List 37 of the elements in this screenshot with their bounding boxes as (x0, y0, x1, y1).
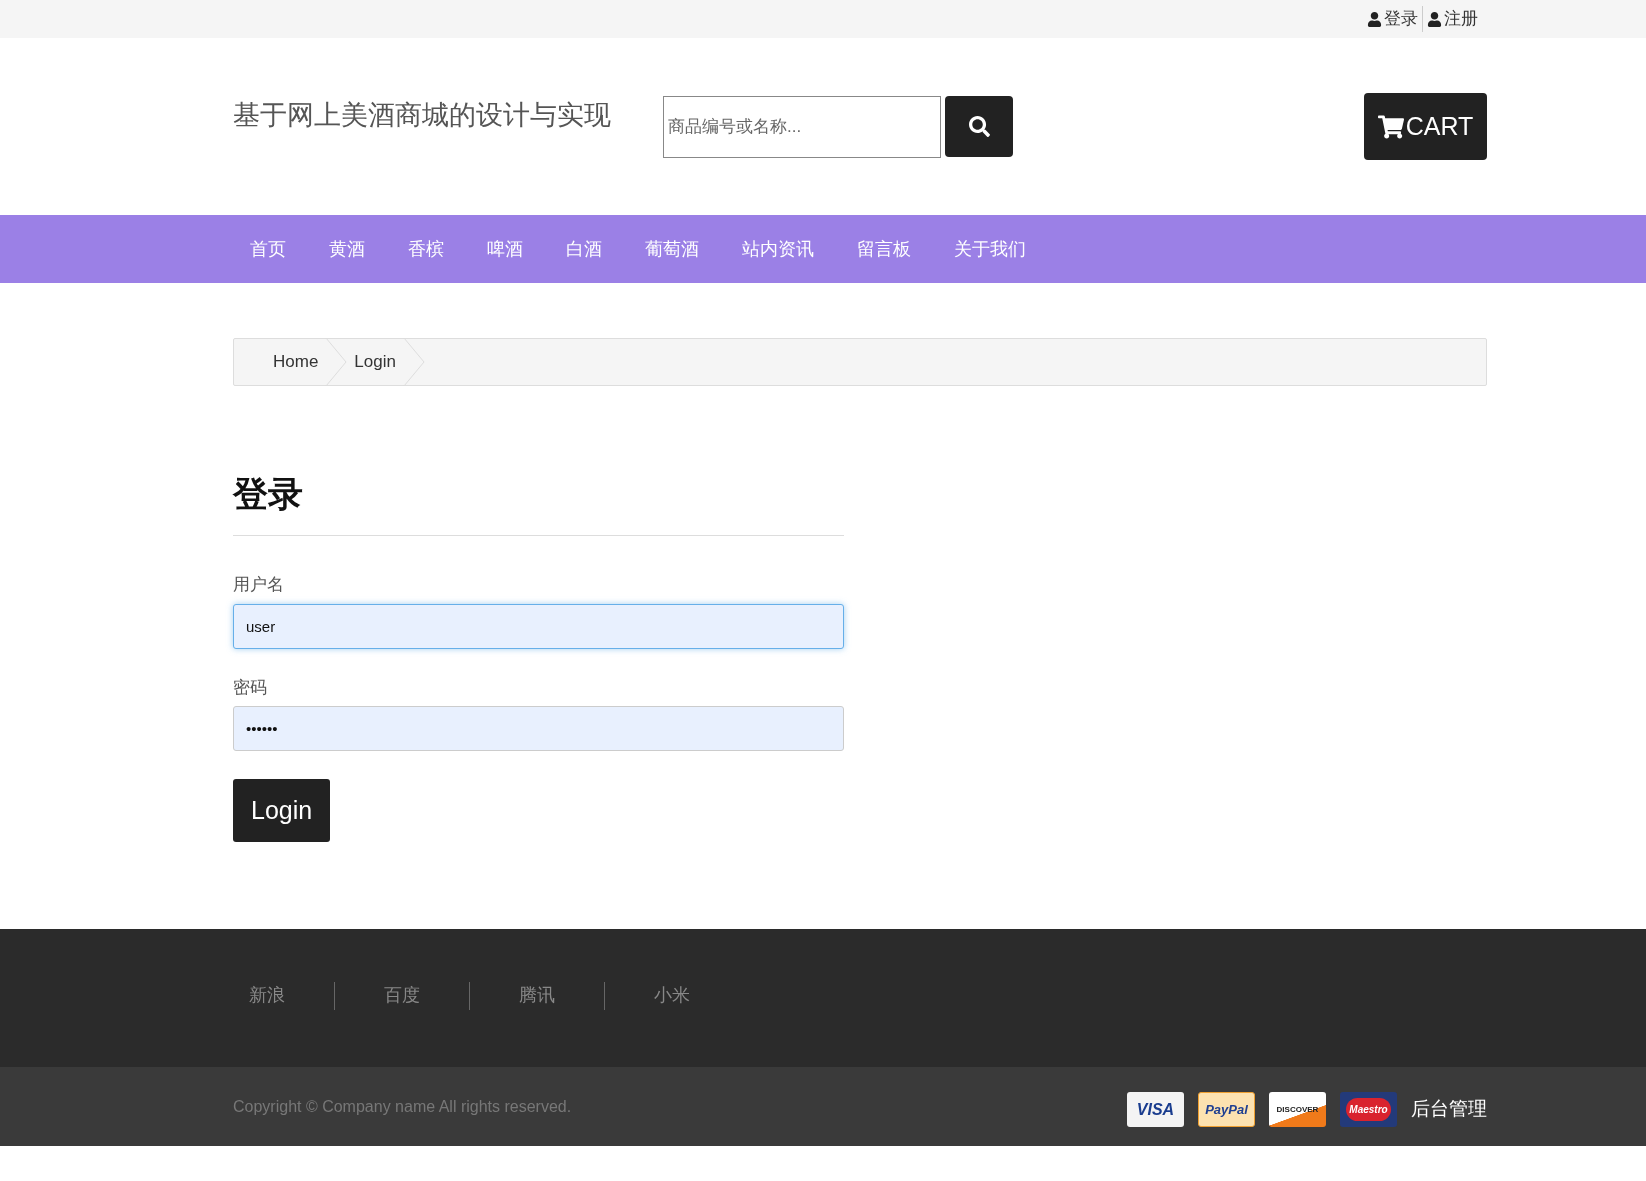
search-field[interactable]: 商品编号或名称... (663, 95, 941, 158)
breadcrumb-link[interactable]: Login (354, 349, 396, 375)
user-icon (1367, 11, 1382, 27)
login-heading: 登录 (233, 476, 304, 511)
login-button[interactable]: Login (233, 779, 331, 842)
nav-link[interactable]: 白酒 (566, 235, 602, 263)
nav-link[interactable]: 首页 (250, 235, 286, 263)
search-button[interactable] (945, 96, 1013, 157)
top-bar-link[interactable]: 登录 (1367, 6, 1418, 32)
search-icon (968, 116, 990, 137)
nav-link[interactable]: 黄酒 (329, 235, 365, 263)
footer-link[interactable]: 小米 (638, 982, 706, 1009)
maestro-card-logo: Maestro (1340, 1092, 1397, 1127)
cart-button[interactable]: CART (1364, 93, 1487, 160)
visa-card-logo: VISA (1127, 1092, 1184, 1127)
nav-link[interactable]: 啤酒 (487, 235, 523, 263)
nav-link[interactable]: 葡萄酒 (645, 235, 699, 263)
site-title: 基于网上美酒商城的设计与实现 (233, 99, 612, 133)
copyright-text: Copyright © Company name All rights reserved. (233, 1096, 572, 1117)
cart-icon (1377, 113, 1404, 140)
field-label: 用户名 (233, 574, 285, 596)
admin-link[interactable]: 后台管理 (1411, 1095, 1487, 1124)
footer-link[interactable]: 新浪 (233, 982, 301, 1009)
field-label: 密码 (233, 676, 268, 699)
discover-card-logo: DISCOVER (1269, 1092, 1326, 1127)
nav-link[interactable]: 留言板 (857, 235, 911, 263)
paypal-card-logo: PayPal (1198, 1092, 1255, 1127)
nav-link[interactable]: 香槟 (408, 235, 444, 263)
footer-link[interactable]: 腾讯 (503, 982, 571, 1009)
breadcrumb-link[interactable]: Home (273, 349, 319, 375)
input-field[interactable]: user (233, 603, 844, 649)
user-icon (1427, 11, 1442, 27)
input-field[interactable]: •••••• (233, 706, 844, 751)
footer-link[interactable]: 百度 (368, 982, 436, 1009)
nav-link[interactable]: 关于我们 (954, 235, 1026, 263)
nav-link[interactable]: 站内资讯 (742, 235, 814, 263)
top-bar-link[interactable]: 注册 (1427, 6, 1478, 32)
